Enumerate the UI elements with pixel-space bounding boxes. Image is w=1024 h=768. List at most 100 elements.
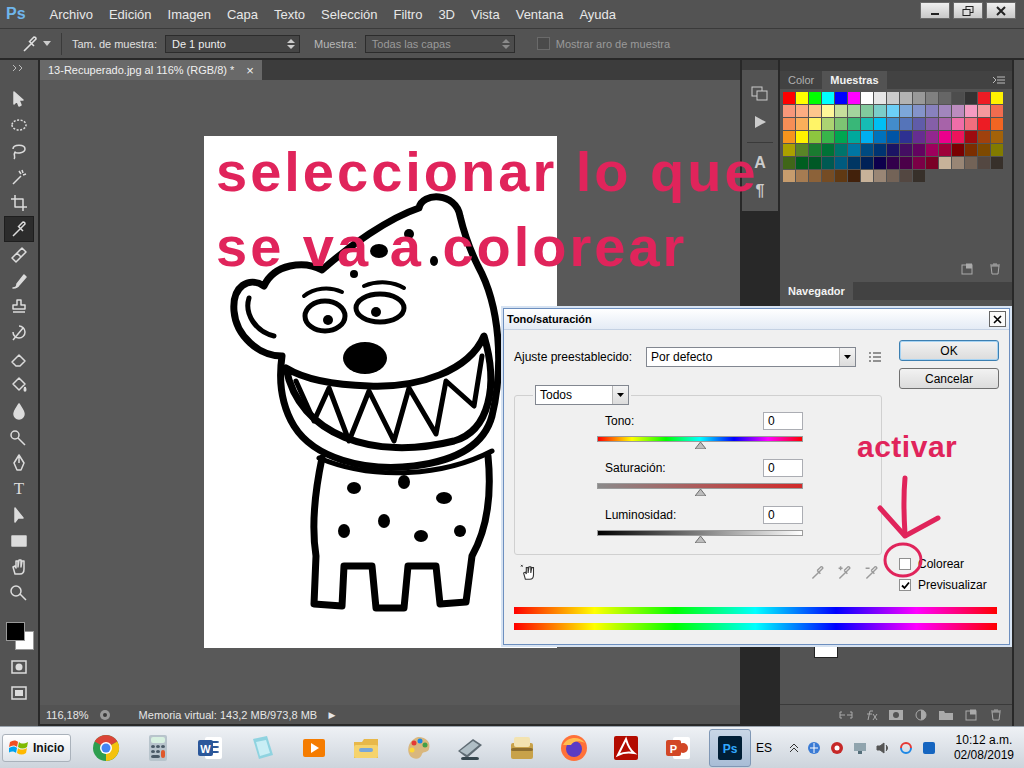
- swatch[interactable]: [887, 105, 899, 117]
- menu-item[interactable]: Edición: [101, 7, 160, 22]
- preset-options-icon[interactable]: [868, 351, 882, 363]
- swatch[interactable]: [796, 92, 808, 104]
- panel-menu-icon[interactable]: [992, 75, 1006, 85]
- swatch[interactable]: [822, 118, 834, 130]
- panel-tab[interactable]: Muestras: [822, 71, 886, 89]
- clock[interactable]: 10:12 a.m.02/08/2019: [954, 733, 1014, 763]
- swatch[interactable]: [991, 144, 1003, 156]
- swatch[interactable]: [783, 92, 795, 104]
- swatch[interactable]: [887, 144, 899, 156]
- taskbar-app-button[interactable]: [137, 729, 179, 767]
- swatch[interactable]: [796, 144, 808, 156]
- swatch[interactable]: [874, 118, 886, 130]
- tool-button[interactable]: [4, 424, 34, 450]
- menu-item[interactable]: Capa: [219, 7, 266, 22]
- tool-button[interactable]: [4, 398, 34, 424]
- swatch[interactable]: [952, 131, 964, 143]
- security-tray-icon[interactable]: [829, 740, 845, 756]
- swatch[interactable]: [796, 118, 808, 130]
- slider[interactable]: [597, 436, 803, 450]
- swatch[interactable]: [926, 118, 938, 130]
- swatch[interactable]: [835, 144, 847, 156]
- menu-item[interactable]: Selección: [313, 7, 385, 22]
- minimize-button[interactable]: [920, 2, 950, 19]
- tool-preset-picker[interactable]: [20, 34, 51, 54]
- swatch[interactable]: [822, 144, 834, 156]
- tool-button[interactable]: [4, 216, 34, 242]
- slider-thumb-icon[interactable]: [695, 489, 706, 496]
- swatch[interactable]: [835, 105, 847, 117]
- swatch[interactable]: [848, 157, 860, 169]
- swatch[interactable]: [939, 92, 951, 104]
- tool-button[interactable]: [4, 372, 34, 398]
- swatch[interactable]: [783, 105, 795, 117]
- menu-item[interactable]: Texto: [266, 7, 313, 22]
- swatch[interactable]: [952, 144, 964, 156]
- swatch[interactable]: [822, 105, 834, 117]
- tool-button[interactable]: [4, 86, 34, 112]
- tool-button[interactable]: T: [4, 476, 34, 502]
- swatch[interactable]: [978, 144, 990, 156]
- eyedropper-icon[interactable]: [810, 565, 826, 581]
- swatch[interactable]: [861, 131, 873, 143]
- status-menu-button[interactable]: ▶: [329, 710, 336, 720]
- targeted-adjustment-hand-icon[interactable]: [520, 564, 538, 582]
- menu-item[interactable]: Ayuda: [571, 7, 624, 22]
- mask-icon[interactable]: [888, 709, 904, 721]
- tool-button[interactable]: [4, 450, 34, 476]
- swatch[interactable]: [900, 131, 912, 143]
- trash-icon[interactable]: [988, 263, 1002, 275]
- swatch[interactable]: [848, 92, 860, 104]
- dialog-button[interactable]: Cancelar: [899, 368, 999, 389]
- swatch[interactable]: [952, 157, 964, 169]
- foreground-color[interactable]: [6, 622, 25, 641]
- swatch[interactable]: [900, 92, 912, 104]
- swatch[interactable]: [952, 118, 964, 130]
- history-panel-button[interactable]: [746, 80, 774, 108]
- swatch[interactable]: [913, 170, 925, 182]
- swatch[interactable]: [848, 131, 860, 143]
- swatch[interactable]: [926, 131, 938, 143]
- swatch[interactable]: [913, 157, 925, 169]
- swatch[interactable]: [809, 157, 821, 169]
- menu-item[interactable]: Vista: [463, 7, 508, 22]
- slider-thumb-icon[interactable]: [695, 536, 706, 543]
- app-tray-icon[interactable]: [921, 740, 937, 756]
- swatch[interactable]: [939, 105, 951, 117]
- taskbar-app-button[interactable]: [605, 729, 647, 767]
- swatch[interactable]: [848, 118, 860, 130]
- document-info-icon[interactable]: [99, 709, 111, 721]
- network-tray-icon[interactable]: [852, 740, 868, 756]
- swatch[interactable]: [783, 131, 795, 143]
- swatch[interactable]: [887, 118, 899, 130]
- taskbar-app-button[interactable]: Ps: [709, 729, 751, 767]
- swatch[interactable]: [978, 118, 990, 130]
- menu-item[interactable]: 3D: [430, 7, 463, 22]
- swatch[interactable]: [874, 92, 886, 104]
- sample-size-select[interactable]: De 1 punto: [165, 35, 300, 53]
- document-tab[interactable]: 13-Recuperado.jpg al 116% (RGB/8) *×: [40, 60, 262, 80]
- swatch[interactable]: [978, 105, 990, 117]
- swatch[interactable]: [809, 105, 821, 117]
- swatch[interactable]: [952, 92, 964, 104]
- menu-item[interactable]: Filtro: [385, 7, 430, 22]
- link-icon[interactable]: [838, 709, 854, 721]
- swatch[interactable]: [965, 144, 977, 156]
- volume-icon[interactable]: [875, 740, 891, 756]
- swatch[interactable]: [939, 157, 951, 169]
- swatch[interactable]: [939, 131, 951, 143]
- swatch[interactable]: [796, 157, 808, 169]
- swatch[interactable]: [991, 157, 1003, 169]
- taskbar-app-button[interactable]: [293, 729, 335, 767]
- taskbar-app-button[interactable]: [85, 729, 127, 767]
- tool-button[interactable]: [4, 138, 34, 164]
- swatch[interactable]: [809, 118, 821, 130]
- menu-item[interactable]: Imagen: [160, 7, 219, 22]
- sample-select[interactable]: Todas las capas: [365, 35, 515, 53]
- swatch[interactable]: [939, 118, 951, 130]
- swatch[interactable]: [874, 131, 886, 143]
- start-button[interactable]: Inicio: [2, 734, 71, 762]
- value-field[interactable]: 0: [763, 506, 803, 524]
- tool-button[interactable]: [4, 554, 34, 580]
- swatch[interactable]: [913, 92, 925, 104]
